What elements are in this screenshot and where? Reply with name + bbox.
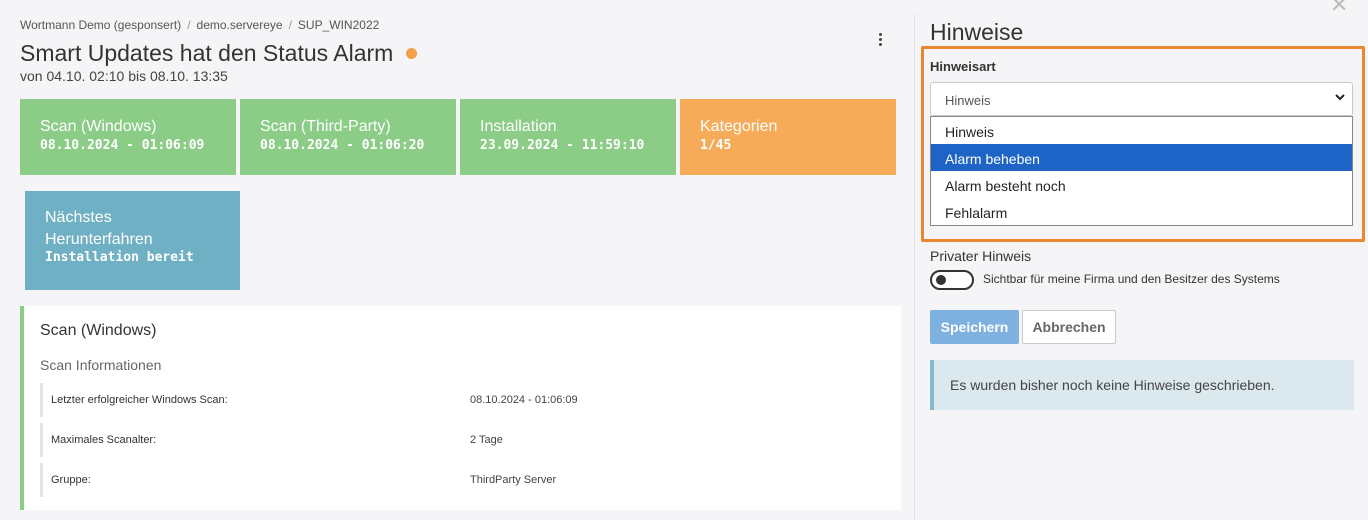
tile-scan-third-party: Scan (Third-Party) 08.10.2024 - 01:06:20 [240, 99, 456, 175]
tile-label: Kategorien [700, 118, 778, 135]
tile-value: 23.09.2024 - 11:59:10 [480, 138, 645, 153]
tile-value: Installation bereit [45, 250, 194, 265]
cancel-button[interactable]: Abbrechen [1022, 310, 1116, 344]
detail-panel: Wortmann Demo (gesponsert) / demo.server… [0, 0, 914, 520]
tile-label: Scan (Windows) [40, 118, 157, 135]
info-key: Gruppe: [51, 474, 91, 486]
save-button[interactable]: Speichern [930, 310, 1019, 344]
tile-value: 1/45 [700, 138, 732, 153]
dropdown-option-alarm-besteht-noch[interactable]: Alarm besteht noch [931, 171, 1352, 198]
card-subtitle: Scan Informationen [40, 357, 162, 373]
info-value: ThirdParty Server [470, 474, 557, 486]
info-value: 08.10.2024 - 01:06:09 [470, 394, 578, 406]
dropdown-option-alarm-beheben[interactable]: Alarm beheben [931, 144, 1352, 171]
tile-categories: Kategorien 1/45 [680, 99, 896, 175]
breadcrumb-item-system[interactable]: SUP_WIN2022 [298, 18, 379, 32]
select-value: Hinweis [945, 93, 991, 108]
kebab-menu-icon[interactable] [872, 30, 888, 48]
tile-value: 08.10.2024 - 01:06:09 [40, 138, 205, 153]
page-title-row: Smart Updates hat den Status Alarm [20, 40, 418, 67]
note-type-select[interactable]: Hinweis [930, 82, 1353, 116]
info-key: Maximales Scanalter: [51, 434, 157, 446]
private-note-description: Sichtbar für meine Firma und den Besitze… [983, 272, 1280, 286]
tile-label-line1: Nächstes [45, 209, 112, 226]
breadcrumb-separator: / [288, 18, 292, 32]
scan-windows-card: Scan (Windows) Scan Informationen Letzte… [20, 306, 901, 510]
panel-divider [914, 14, 915, 520]
info-row: Letzter erfolgreicher Windows Scan: 08.1… [40, 383, 890, 417]
breadcrumb-separator: / [187, 18, 191, 32]
tile-label-line2: Herunterfahren [45, 231, 153, 248]
tile-value: 08.10.2024 - 01:06:20 [260, 138, 425, 153]
tile-installation: Installation 23.09.2024 - 11:59:10 [460, 99, 676, 175]
tile-next-shutdown: Nächstes Herunterfahren Installation ber… [25, 191, 240, 290]
toggle-knob [936, 275, 946, 285]
info-value: 2 Tage [470, 434, 503, 446]
notes-title: Hinweise [930, 19, 1024, 45]
note-type-label: Hinweisart [930, 59, 996, 74]
tile-label: Scan (Third-Party) [260, 118, 391, 135]
info-row: Gruppe: ThirdParty Server [40, 463, 890, 497]
page-title: Smart Updates hat den Status Alarm [20, 40, 394, 66]
private-note-label: Privater Hinweis [930, 248, 1032, 264]
info-key: Letzter erfolgreicher Windows Scan: [51, 394, 228, 406]
status-dot-icon [406, 48, 418, 59]
time-range: von 04.10. 02:10 bis 08.10. 13:35 [20, 68, 228, 84]
note-type-dropdown: Hinweis Alarm beheben Alarm besteht noch… [930, 116, 1353, 226]
card-title: Scan (Windows) [40, 322, 157, 339]
empty-notes-notice: Es wurden bisher noch keine Hinweise ges… [930, 360, 1354, 410]
dropdown-option-fehlalarm[interactable]: Fehlalarm [931, 198, 1352, 225]
private-note-toggle[interactable] [930, 270, 974, 290]
tile-scan-windows: Scan (Windows) 08.10.2024 - 01:06:09 [20, 99, 236, 175]
dropdown-option-hinweis[interactable]: Hinweis [931, 117, 1352, 144]
breadcrumb-item-container[interactable]: demo.servereye [197, 18, 283, 32]
close-icon[interactable]: ✕ [1330, 0, 1348, 18]
chevron-down-icon [1334, 91, 1346, 106]
breadcrumb-item-customer[interactable]: Wortmann Demo (gesponsert) [20, 18, 181, 32]
breadcrumb: Wortmann Demo (gesponsert) / demo.server… [20, 18, 379, 32]
tile-label: Installation [480, 118, 557, 135]
info-row: Maximales Scanalter: 2 Tage [40, 423, 890, 457]
